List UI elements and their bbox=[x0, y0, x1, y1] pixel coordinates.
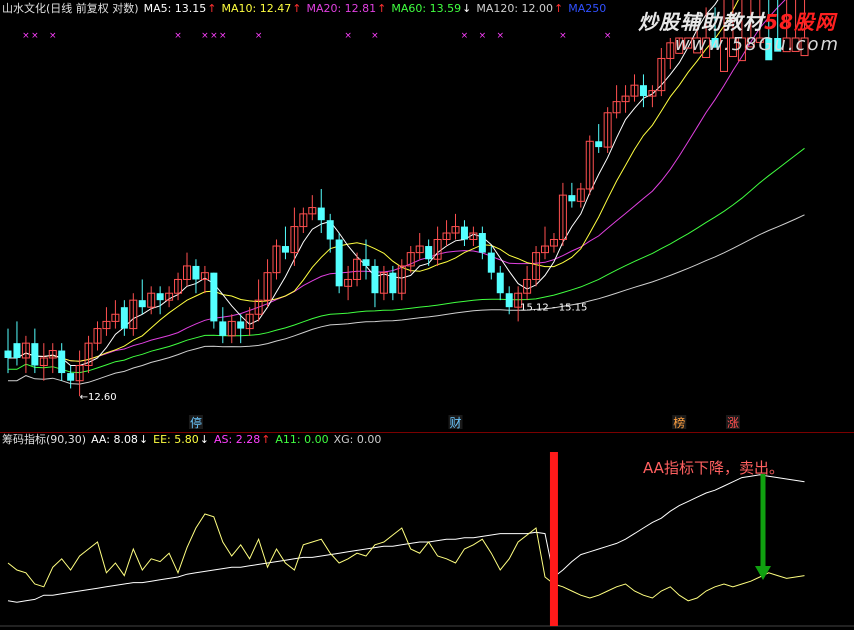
signal-x-mark: × bbox=[461, 31, 469, 41]
candle-down bbox=[58, 350, 66, 374]
candle-down bbox=[31, 343, 39, 366]
signal-x-mark: × bbox=[49, 31, 57, 41]
candle-down bbox=[362, 259, 370, 266]
ma-item-arrow-4: ↑ bbox=[554, 2, 564, 15]
watermark-url: www.58Gu.com bbox=[674, 34, 840, 55]
event-marker: 财 bbox=[449, 416, 461, 430]
event-marker: 涨 bbox=[727, 415, 739, 430]
ind-item-0: AA: 8.08↓ bbox=[91, 433, 149, 446]
candle-down bbox=[237, 321, 245, 329]
signal-x-mark: × bbox=[479, 31, 487, 41]
signal-x-mark: × bbox=[496, 31, 504, 41]
candle-down bbox=[568, 195, 576, 202]
indicator-header: 筹码指标(90,30) AA: 8.08↓ EE: 5.80↓ AS: 2.28↑ A1… bbox=[2, 433, 391, 447]
signal-x-mark: × bbox=[31, 31, 39, 41]
ma-item-3: MA60: 13.59↓ bbox=[391, 2, 472, 15]
ma-item-4: MA120: 12.00↑ bbox=[476, 2, 564, 15]
watermark-text: 炒股辅助教材 bbox=[638, 10, 765, 34]
candle-down bbox=[335, 239, 343, 287]
signal-x-mark: × bbox=[174, 31, 182, 41]
ma-item-arrow-2: ↑ bbox=[377, 2, 387, 15]
candle-down bbox=[156, 293, 164, 301]
signal-x-mark: × bbox=[344, 31, 352, 41]
candle-down bbox=[4, 350, 12, 358]
range-price-label: 15.12 - 15.15 bbox=[520, 303, 587, 314]
signal-x-mark: × bbox=[22, 31, 30, 41]
ind-item-1: EE: 5.80↓ bbox=[153, 433, 209, 446]
ma-item-2: MA20: 12.81↑ bbox=[306, 2, 387, 15]
ma-item-0: MA5: 13.15↑ bbox=[143, 2, 217, 15]
candle-down bbox=[219, 321, 227, 336]
candle-down bbox=[13, 343, 21, 358]
candle-down bbox=[639, 85, 647, 97]
candle-down bbox=[389, 272, 397, 294]
candle-down bbox=[210, 272, 218, 322]
ind-item-2: AS: 2.28↑ bbox=[213, 433, 271, 446]
ind-item-arrow-2: ↑ bbox=[261, 433, 271, 446]
stock-title: 山水文化(日线 前复权 对数) bbox=[2, 2, 139, 15]
stock-chart-window: × × × × × × × × × × × × × × × ←12.60 15.12 - 15.15 停财榜涨 山… bbox=[0, 0, 854, 630]
candle-down bbox=[120, 307, 128, 329]
price-chart: × × × × × × × × × × × × × × ×←12.6015.12 - 15.15停财榜涨 bbox=[0, 0, 854, 627]
ind-item-arrow-1: ↓ bbox=[199, 433, 209, 446]
ind-item-arrow-0: ↓ bbox=[138, 433, 149, 446]
ind-item-4: XG: 0.00 bbox=[333, 433, 382, 446]
candle-down bbox=[138, 300, 146, 308]
candle-down bbox=[371, 265, 379, 294]
candle-down bbox=[425, 246, 433, 260]
signal-x-mark: × bbox=[210, 31, 218, 41]
ma-item-arrow-0: ↑ bbox=[207, 2, 217, 15]
ind-item-3: A11: 0.00 bbox=[275, 433, 329, 446]
signal-x-mark: × bbox=[559, 31, 567, 41]
buy-signal-bar bbox=[549, 452, 558, 626]
signal-x-mark: × bbox=[255, 31, 263, 41]
candle-down bbox=[192, 265, 200, 280]
ma-item-arrow-3: ↓ bbox=[462, 2, 472, 15]
sell-annotation: AA指标下降，卖出。 bbox=[643, 459, 784, 477]
watermark-title: 炒股辅助教材58股网 bbox=[638, 6, 836, 35]
low-price-label: ←12.60 bbox=[80, 392, 117, 403]
signal-x-mark: × bbox=[201, 31, 209, 41]
candle-down bbox=[460, 226, 468, 240]
ma60-line bbox=[8, 147, 805, 374]
signal-x-mark: × bbox=[604, 31, 612, 41]
ee-line bbox=[7, 513, 805, 602]
candle-down bbox=[595, 141, 603, 148]
candle-down bbox=[487, 252, 495, 273]
candle-down bbox=[317, 207, 325, 221]
candle-down bbox=[281, 246, 289, 253]
watermark-brand: 58股网 bbox=[764, 10, 836, 34]
ma-item-5: MA250 bbox=[568, 2, 607, 15]
candle-down bbox=[326, 220, 334, 240]
ma-item-1: MA10: 12.47↑ bbox=[221, 2, 302, 15]
event-marker: 停 bbox=[190, 415, 202, 430]
candle-down bbox=[505, 293, 513, 308]
indicator-title: 筹码指标(90,30) bbox=[2, 433, 87, 446]
price-header: 山水文化(日线 前复权 对数) MA5: 13.15↑ MA10: 12.47↑ MA… bbox=[2, 2, 616, 16]
candle-down bbox=[478, 233, 486, 253]
event-marker: 榜 bbox=[673, 415, 685, 430]
ma-item-arrow-1: ↑ bbox=[292, 2, 302, 15]
signal-x-mark: × bbox=[219, 31, 227, 41]
candle-down bbox=[496, 272, 504, 294]
signal-x-mark: × bbox=[371, 31, 379, 41]
candle-down bbox=[67, 373, 75, 381]
